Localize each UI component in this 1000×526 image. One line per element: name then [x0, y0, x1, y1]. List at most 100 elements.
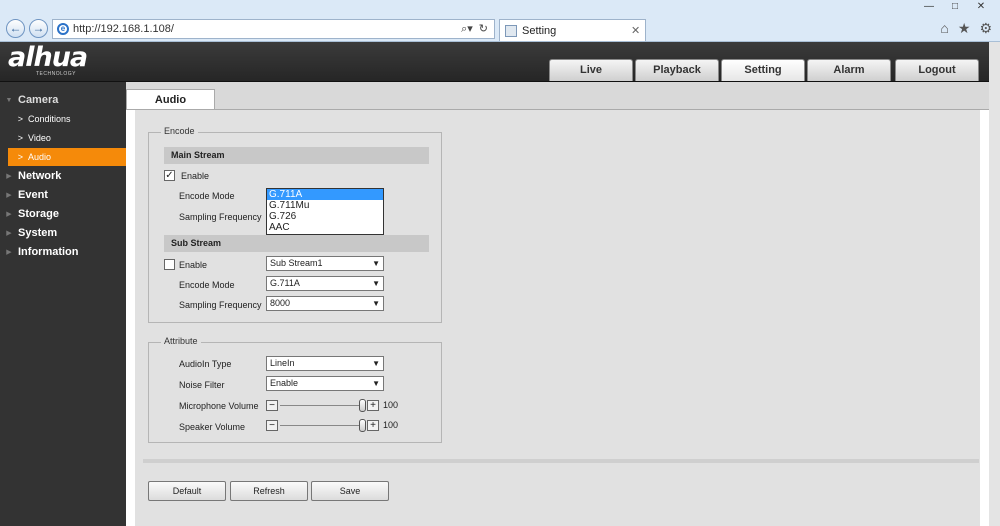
sidebar-item-label: System [18, 227, 58, 239]
noise-filter-select[interactable]: Enable ▼ [266, 376, 384, 391]
microphone-volume-label: Microphone Volume [179, 401, 259, 411]
minimize-button[interactable]: — [916, 0, 942, 14]
sidebar-item-label: Video [28, 133, 51, 143]
chevron-down-icon: ▼ [372, 359, 380, 368]
attribute-fieldset: Attribute AudioIn Type LineIn ▼ Noise Fil… [148, 336, 442, 443]
sub-encode-mode-label: Encode Mode [179, 280, 235, 290]
app-header: alhua TECHNOLOGY Live Playback Setting A… [0, 42, 1000, 82]
collapsed-triangle-icon: ▶ [6, 192, 12, 199]
encode-option-g711a[interactable]: G.711A [267, 189, 383, 200]
scrollbar[interactable] [989, 42, 1000, 526]
content-panel: Encode Main Stream ✓ Enable Encode Mode … [126, 109, 989, 526]
divider [143, 459, 979, 463]
close-window-button[interactable]: ✕ [968, 0, 994, 14]
encode-legend: Encode [161, 126, 198, 136]
maximize-button[interactable]: □ [942, 0, 968, 14]
address-bar[interactable]: e http://192.168.1.108/ ⌕▾ ↻ [52, 19, 495, 39]
tab-close-icon[interactable]: ✕ [631, 24, 645, 37]
default-button[interactable]: Default [148, 481, 226, 501]
main-sampling-label: Sampling Frequency [179, 212, 262, 222]
brand-logo: alhua TECHNOLOGY [8, 42, 88, 78]
sidebar-item-audio[interactable]: > Audio [8, 148, 126, 166]
main-encode-mode-label: Encode Mode [179, 191, 235, 201]
collapsed-triangle-icon: ▶ [6, 173, 12, 180]
tab-playback[interactable]: Playback [635, 59, 719, 81]
top-nav: Live Playback Setting Alarm Logout [549, 59, 979, 81]
forward-button[interactable]: → [29, 19, 48, 38]
tab-live[interactable]: Live [549, 59, 633, 81]
sidebar-item-conditions[interactable]: > Conditions [0, 110, 126, 128]
sidebar-item-system[interactable]: ▶ System [0, 224, 126, 242]
sidebar-item-label: Event [18, 189, 48, 201]
chevron-right-icon: > [17, 133, 23, 143]
sub-encode-mode-select[interactable]: G.711A ▼ [266, 276, 384, 291]
chevron-down-icon: ▼ [372, 299, 380, 308]
home-icon[interactable]: ⌂ [940, 20, 948, 37]
sub-sampling-value: 8000 [270, 298, 291, 308]
minus-icon[interactable]: − [266, 420, 278, 431]
tab-setting[interactable]: Setting [721, 59, 805, 81]
back-arrow-icon: ← [9, 21, 22, 35]
checkmark-icon: ✓ [165, 170, 174, 181]
browser-tab[interactable]: Setting ✕ [499, 19, 646, 41]
speaker-volume-slider[interactable]: − + 100 [266, 419, 406, 433]
tab-alarm[interactable]: Alarm [807, 59, 891, 81]
noise-filter-value: Enable [270, 378, 299, 388]
chevron-down-icon: ▼ [372, 279, 380, 288]
sidebar-item-label: Network [18, 170, 62, 182]
main-stream-enable-label: Enable [181, 171, 210, 181]
chevron-down-icon: ▼ [372, 259, 380, 268]
attribute-legend: Attribute [161, 336, 201, 346]
expanded-triangle-icon: ▼ [5, 96, 13, 104]
audioin-type-label: AudioIn Type [179, 359, 232, 369]
sidebar: ▼ Camera > Conditions > Video > Audio ▶ … [0, 82, 126, 526]
speaker-volume-label: Speaker Volume [179, 422, 246, 432]
sidebar-item-storage[interactable]: ▶ Storage [0, 205, 126, 223]
sidebar-item-information[interactable]: ▶ Information [0, 243, 126, 261]
encode-fieldset: Encode Main Stream ✓ Enable Encode Mode … [148, 126, 442, 323]
collapsed-triangle-icon: ▶ [6, 230, 12, 237]
sidebar-item-event[interactable]: ▶ Event [0, 186, 126, 204]
forward-arrow-icon: → [32, 21, 45, 35]
refresh-icon[interactable]: ↻ [479, 22, 488, 36]
logo-text: alhua [8, 42, 88, 73]
sidebar-item-video[interactable]: > Video [0, 129, 126, 147]
microphone-volume-slider[interactable]: − + 100 [266, 399, 406, 413]
sub-sampling-select[interactable]: 8000 ▼ [266, 296, 384, 311]
search-icon[interactable]: ⌕▾ [461, 22, 473, 36]
back-button[interactable]: ← [6, 19, 25, 38]
sidebar-item-network[interactable]: ▶ Network [0, 167, 126, 185]
main-stream-enable-checkbox[interactable]: ✓ [164, 170, 175, 181]
chevron-down-icon: ▼ [372, 379, 380, 388]
sub-stream-enable-label: Enable [179, 260, 208, 270]
speaker-volume-value: 100 [383, 420, 399, 430]
encode-option-g711mu[interactable]: G.711Mu [267, 200, 383, 211]
audioin-type-select[interactable]: LineIn ▼ [266, 356, 384, 371]
slider-thumb[interactable] [359, 399, 366, 412]
encode-option-g726[interactable]: G.726 [267, 211, 383, 222]
sidebar-item-label: Storage [18, 208, 59, 220]
sub-stream-select[interactable]: Sub Stream1 ▼ [266, 256, 384, 271]
main-stream-header: Main Stream [164, 147, 429, 164]
address-text[interactable]: http://192.168.1.108/ [73, 23, 461, 35]
sub-stream-select-value: Sub Stream1 [270, 258, 323, 268]
plus-icon[interactable]: + [367, 400, 379, 411]
collapsed-triangle-icon: ▶ [6, 249, 12, 256]
save-button[interactable]: Save [311, 481, 389, 501]
window-controls: — □ ✕ [916, 0, 994, 14]
plus-icon[interactable]: + [367, 420, 379, 431]
chevron-right-icon: > [17, 114, 23, 124]
sidebar-item-camera[interactable]: ▼ Camera [0, 91, 126, 109]
favorites-star-icon[interactable]: ★ [958, 20, 971, 37]
encode-mode-dropdown-list[interactable]: G.711A G.711Mu G.726 AAC [266, 188, 384, 235]
tab-audio[interactable]: Audio [126, 89, 215, 110]
tab-logout[interactable]: Logout [895, 59, 979, 81]
encode-option-aac[interactable]: AAC [267, 222, 383, 233]
gear-icon[interactable]: ⚙ [979, 20, 992, 37]
slider-track[interactable] [280, 405, 366, 406]
sub-stream-enable-checkbox[interactable] [164, 259, 175, 270]
slider-track[interactable] [280, 425, 366, 426]
minus-icon[interactable]: − [266, 400, 278, 411]
refresh-button[interactable]: Refresh [230, 481, 308, 501]
slider-thumb[interactable] [359, 419, 366, 432]
